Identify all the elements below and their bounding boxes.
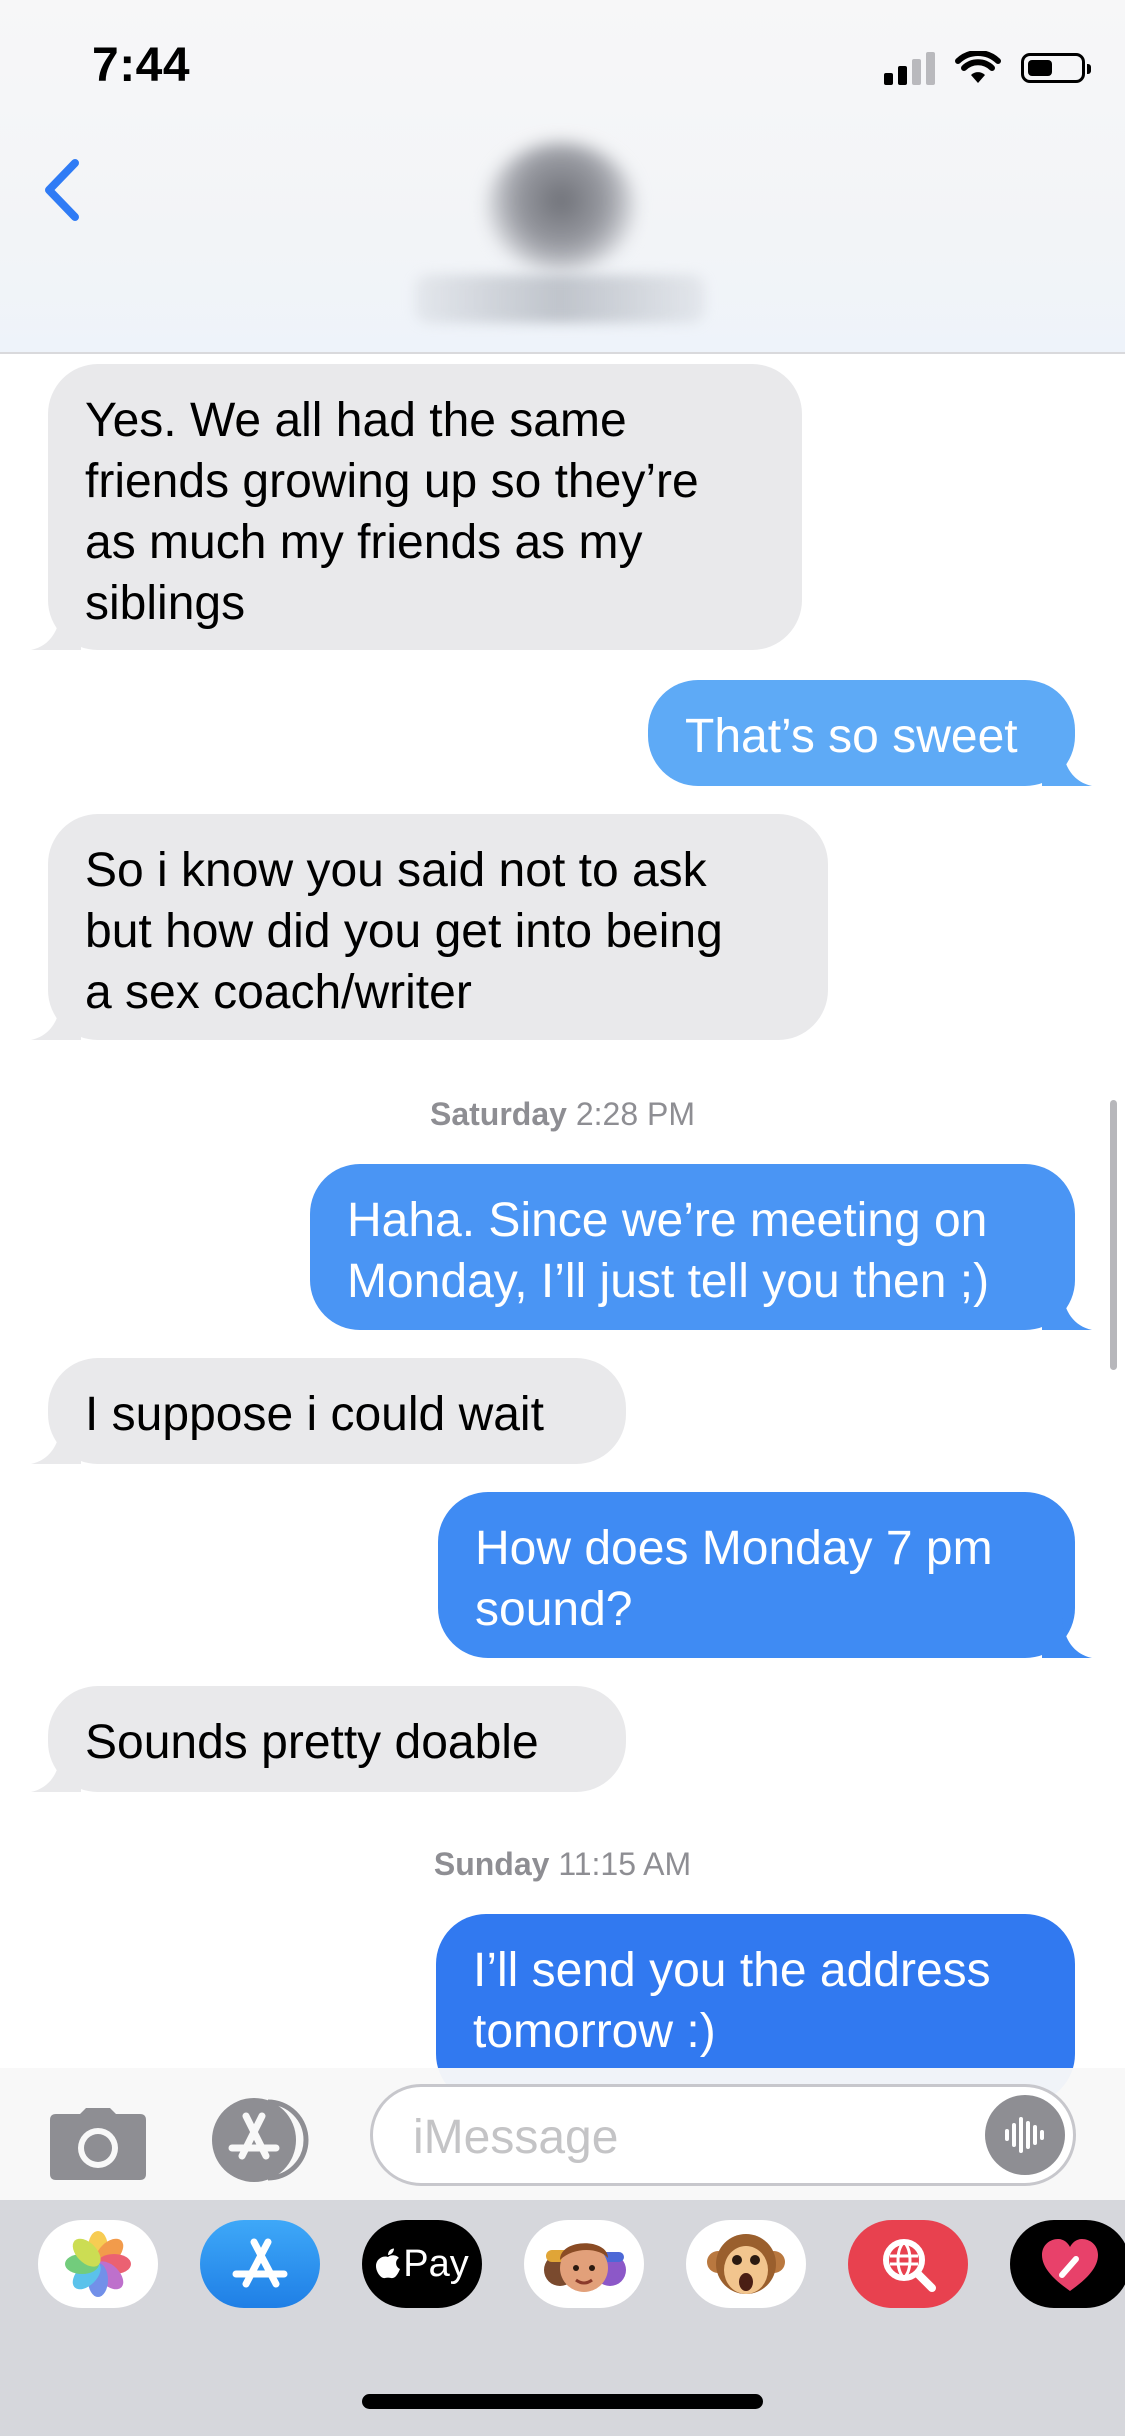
bubble-tail	[31, 1752, 81, 1792]
contact-name[interactable]	[415, 275, 705, 323]
cellular-signal-icon	[884, 51, 935, 85]
battery-icon	[1021, 53, 1091, 83]
images-app-button[interactable]	[848, 2220, 968, 2308]
compose-bar: iMessage	[0, 2068, 1125, 2200]
message-placeholder: iMessage	[413, 2111, 619, 2164]
animoji-app-button[interactable]	[686, 2220, 806, 2308]
timestamp-day: Saturday	[430, 1096, 567, 1132]
memoji-app-button[interactable]	[524, 2220, 644, 2308]
wifi-icon	[955, 51, 1001, 83]
app-store-icon	[212, 2098, 309, 2182]
timestamp-day: Sunday	[433, 1846, 550, 1882]
apple-pay-label: Pay	[403, 2242, 469, 2285]
photos-icon	[65, 2231, 131, 2297]
conversation-header: 7:44	[0, 0, 1125, 354]
app-store-app-button[interactable]	[200, 2220, 320, 2308]
apple-pay-icon	[376, 2248, 401, 2279]
received-message[interactable]: Yes. We all had the same friends growing…	[31, 364, 802, 650]
sent-message[interactable]: That’s so sweet	[648, 680, 1092, 786]
messages-screen: 7:44 Yes. We all had the same friends gr…	[0, 0, 1125, 2436]
bubble-tail	[1042, 746, 1092, 786]
home-indicator[interactable]	[362, 2394, 763, 2409]
timestamp: Saturday 2:28 PM	[0, 1096, 1125, 1133]
camera-button[interactable]	[50, 2108, 146, 2180]
sent-message[interactable]: Haha. Since we’re meeting on Monday, I’l…	[310, 1164, 1092, 1330]
apple-pay-app-button[interactable]: Pay	[362, 2220, 482, 2308]
memoji-icon	[544, 2243, 626, 2292]
heart-icon	[1042, 2239, 1098, 2291]
photos-app-button[interactable]	[38, 2220, 158, 2308]
message-text: Yes. We all had the same friends growing…	[85, 394, 699, 630]
contact-avatar[interactable]	[486, 142, 636, 272]
bubble-tail	[31, 1424, 81, 1464]
timestamp-time: 2:28 PM	[575, 1096, 695, 1132]
scroll-indicator[interactable]	[1110, 1100, 1117, 1370]
bubble-tail	[1042, 1290, 1092, 1330]
message-input[interactable]: iMessage	[370, 2084, 1076, 2186]
audio-message-button[interactable]	[985, 2095, 1065, 2175]
app-store-icon	[232, 2238, 288, 2288]
message-text: Haha. Since we’re meeting on Monday, I’l…	[347, 1194, 990, 1308]
message-text: So i know you said not to ask but how di…	[85, 844, 723, 1019]
chevron-left-icon	[45, 159, 79, 221]
monkey-icon	[707, 2234, 785, 2294]
digital-touch-app-button[interactable]	[1010, 2220, 1125, 2308]
audio-waveform-icon	[1005, 2117, 1044, 2153]
message-text: I suppose i could wait	[85, 1388, 544, 1441]
status-icons	[884, 48, 1091, 88]
received-message[interactable]: I suppose i could wait	[31, 1358, 626, 1464]
back-button[interactable]	[26, 150, 96, 230]
image-search-icon	[883, 2239, 936, 2292]
sent-message[interactable]: How does Monday 7 pm sound?	[438, 1492, 1092, 1658]
apps-button[interactable]	[208, 2098, 320, 2182]
message-text: How does Monday 7 pm sound?	[475, 1522, 993, 1636]
bubble-tail	[31, 1000, 81, 1040]
timestamp: Sunday 11:15 AM	[0, 1846, 1125, 1883]
status-time: 7:44	[92, 39, 191, 92]
message-text: I’ll send you the address tomorrow :)	[473, 1944, 991, 2058]
received-message[interactable]: Sounds pretty doable	[31, 1686, 626, 1792]
camera-icon	[50, 2108, 146, 2180]
timestamp-time: 11:15 AM	[558, 1846, 692, 1882]
message-text: That’s so sweet	[685, 710, 1018, 763]
bubble-tail	[1042, 1618, 1092, 1658]
bubble-tail	[31, 610, 81, 650]
received-message[interactable]: So i know you said not to ask but how di…	[31, 814, 828, 1040]
message-text: Sounds pretty doable	[85, 1716, 539, 1769]
